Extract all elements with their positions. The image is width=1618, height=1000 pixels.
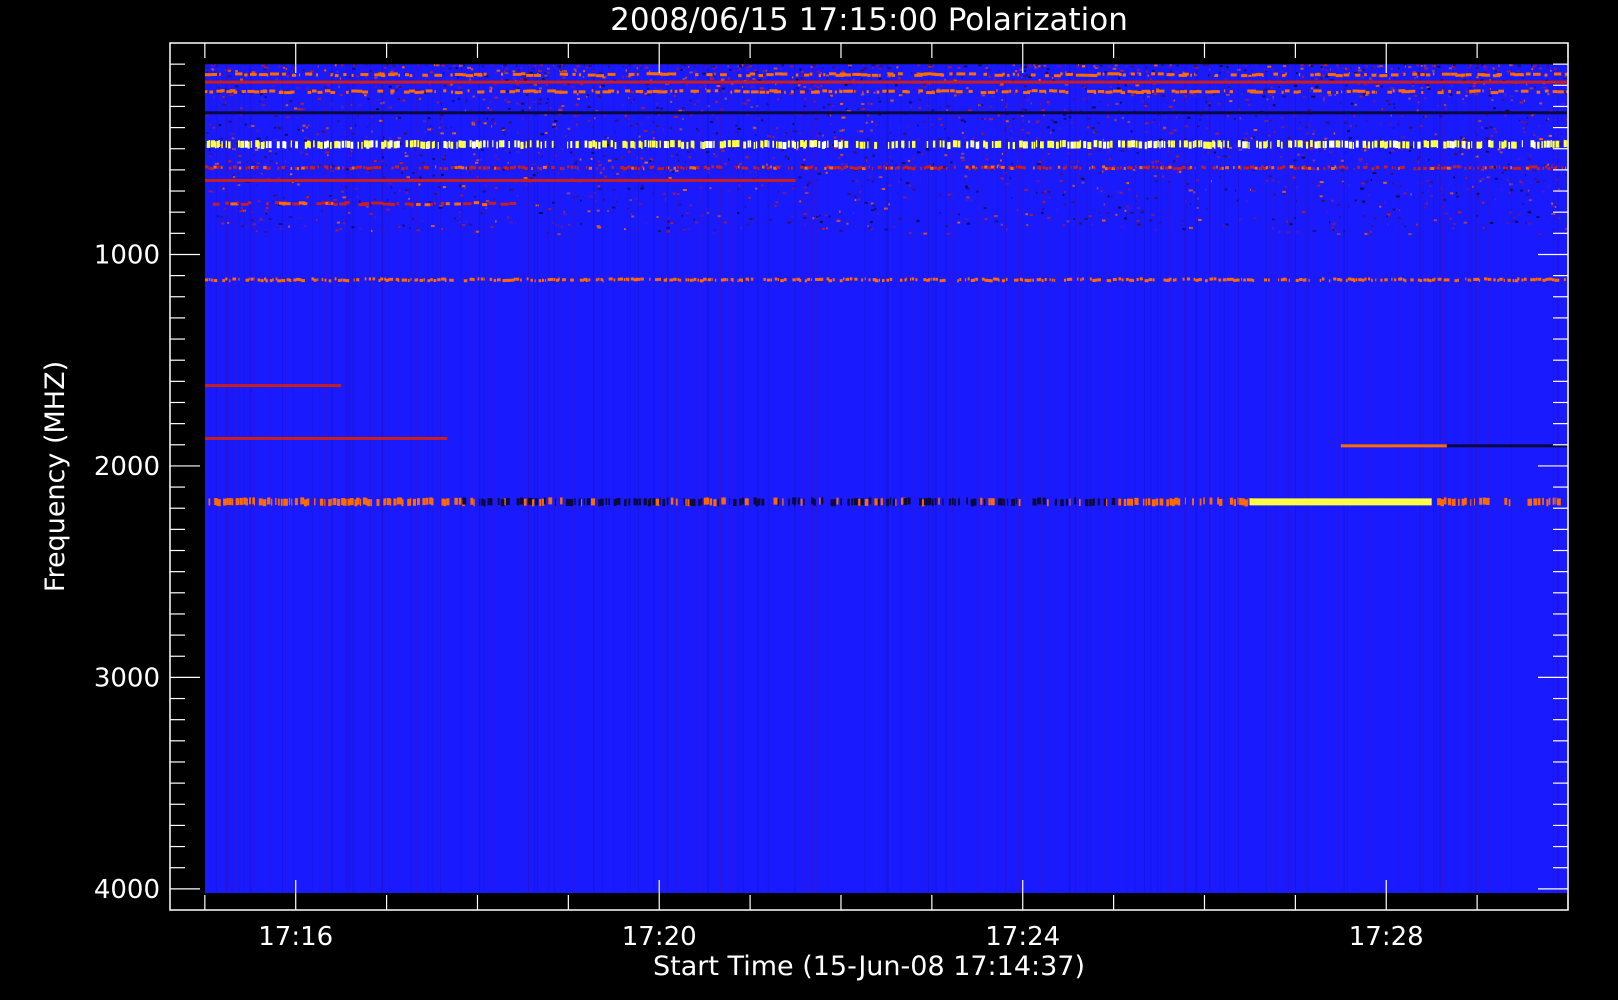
- chart-svg: 1000 2000 3000 4000 17:16 17:20 17:24 17:28 2008…: [0, 0, 1618, 1000]
- feature-band: [1340, 444, 1447, 448]
- y-tick-label: 4000: [94, 875, 160, 905]
- y-tick-label: 1000: [94, 240, 160, 270]
- feature-band: [204, 80, 1568, 84]
- x-tick-label: 17:20: [622, 922, 697, 952]
- feature-band: [204, 436, 448, 440]
- y-axis-label: Frequency (MHZ): [40, 361, 71, 592]
- feature-band: [1446, 444, 1568, 448]
- x-tick-label: 17:24: [985, 922, 1060, 952]
- y-tick-label: 3000: [94, 663, 160, 693]
- feature-band: [204, 178, 796, 182]
- x-tick-label: 17:16: [258, 922, 333, 952]
- chart-title: 2008/06/15 17:15:00 Polarization: [610, 2, 1128, 38]
- spectrogram-image: [204, 64, 1568, 894]
- feature-band: [1249, 498, 1432, 506]
- x-tick-label: 17:28: [1349, 922, 1424, 952]
- x-axis-label: Start Time (15-Jun-08 17:14:37): [653, 951, 1085, 982]
- y-tick-label: 2000: [94, 452, 160, 482]
- spectrogram-chart: 1000 2000 3000 4000 17:16 17:20 17:24 17:28 2008…: [0, 0, 1618, 1000]
- feature-band: [204, 384, 342, 388]
- feature-band: [204, 111, 1568, 115]
